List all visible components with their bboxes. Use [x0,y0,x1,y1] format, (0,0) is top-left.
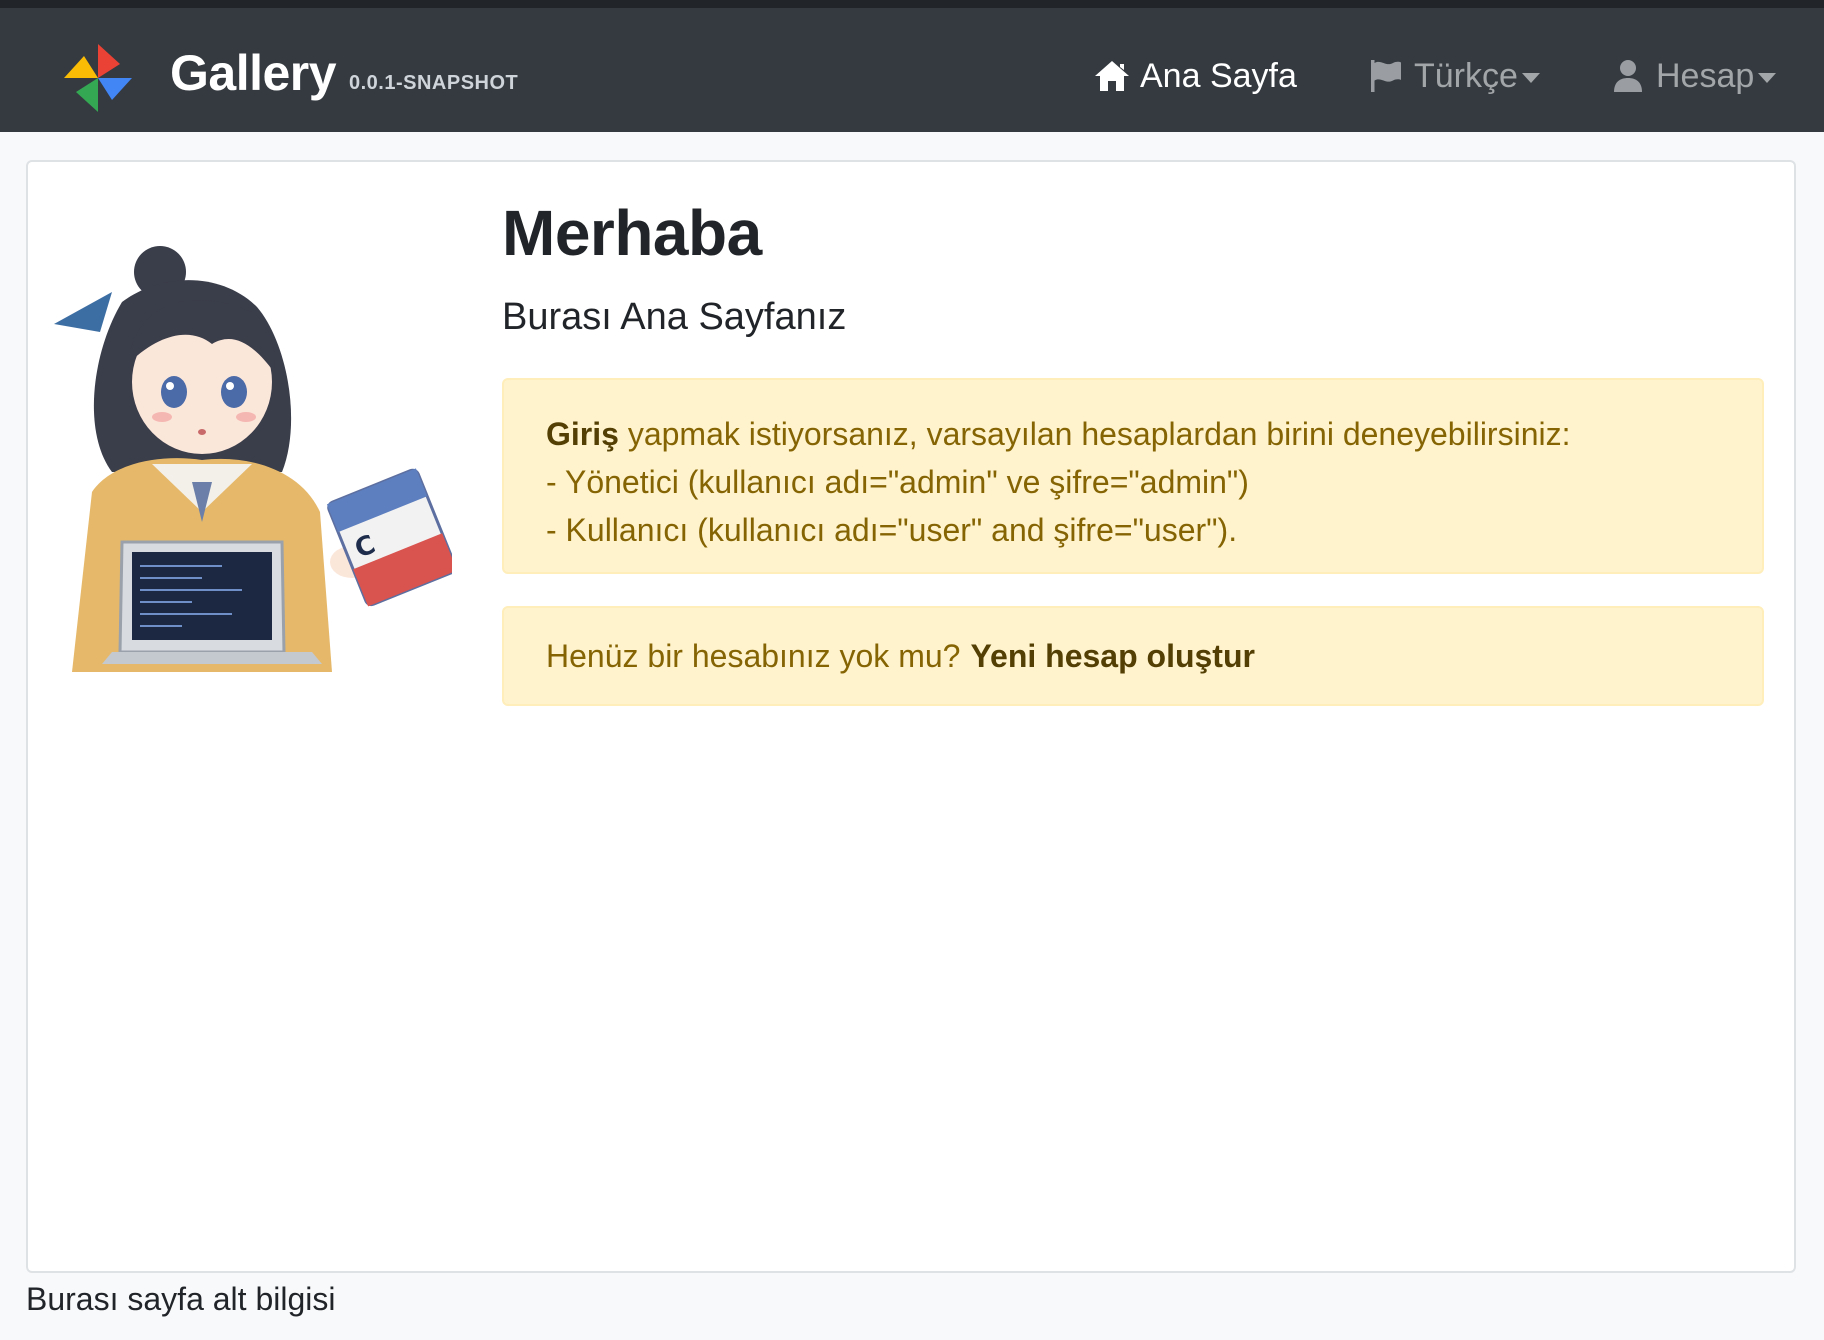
page-title: Merhaba [502,197,762,269]
navbar: Gallery 0.0.1-SNAPSHOT Ana Sayfa Türkçe … [0,8,1824,132]
pinwheel-logo-icon[interactable] [60,40,136,116]
nav-home-link[interactable]: Ana Sayfa [1092,52,1297,100]
main-card: C Merhaba Burası Ana Sayfanız Giriş yapm… [26,160,1796,1273]
login-info-alert: Giriş yapmak istiyorsanız, varsayılan he… [502,378,1764,574]
create-account-link[interactable]: Yeni hesap oluştur [970,638,1255,675]
nav-language-label: Türkçe [1414,56,1518,95]
window-top-strip [0,0,1824,8]
login-intro-text: yapmak istiyorsanız, varsayılan hesaplar… [618,416,1571,452]
page-subtitle: Burası Ana Sayfanız [502,296,847,338]
nav-account-dropdown[interactable]: Hesap [1608,52,1777,100]
nav-language-dropdown[interactable]: Türkçe [1366,52,1540,100]
home-icon [1092,56,1132,96]
chevron-down-icon [1521,73,1540,83]
register-alert: Henüz bir hesabınız yok mu? Yeni hesap o… [502,606,1764,706]
brand-version: 0.0.1-SNAPSHOT [349,72,519,94]
flag-icon [1366,56,1406,96]
login-strong-label: Giriş [546,416,619,452]
user-icon [1608,56,1648,96]
user-account-line: - Kullanıcı (kullanıcı adı="user" and şi… [546,512,1238,548]
nav-account-label: Hesap [1656,56,1755,95]
chevron-down-icon [1758,73,1777,83]
brand-name[interactable]: Gallery [170,44,337,102]
mascot-illustration: C [52,232,458,672]
page-footer: Burası sayfa alt bilgisi [26,1281,336,1317]
admin-account-line: - Yönetici (kullanıcı adı="admin" ve şif… [546,464,1249,500]
nav-home-label: Ana Sayfa [1140,56,1297,95]
register-prompt-text: Henüz bir hesabınız yok mu? [546,637,961,674]
login-info-intro: Giriş yapmak istiyorsanız, varsayılan he… [546,410,1720,458]
